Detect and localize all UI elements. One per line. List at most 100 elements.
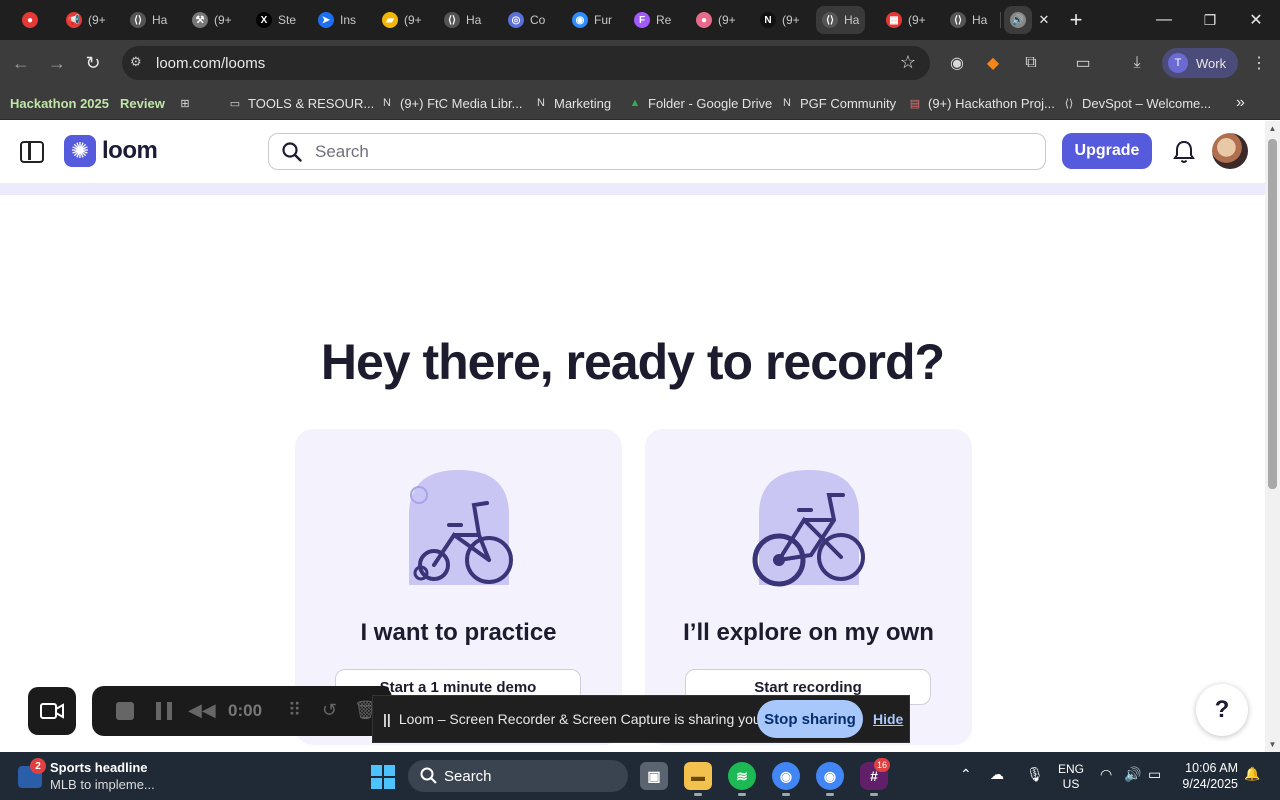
browser-tab[interactable]: N (9+ — [754, 6, 806, 34]
clock[interactable]: 10:06 AM 9/24/2025 — [1180, 760, 1238, 792]
bookmark-item[interactable]: ▤ (9+) Hackathon Proj... — [908, 92, 1055, 114]
restore-icon[interactable]: ❐ — [1198, 8, 1222, 32]
browser-tab[interactable]: ● (9+ — [690, 6, 742, 34]
bookmark-item[interactable]: N (9+) FtC Media Libr... — [380, 92, 522, 114]
user-avatar[interactable] — [1212, 133, 1248, 169]
file-explorer-icon[interactable]: ▬ — [684, 762, 712, 796]
tab-separator — [1000, 12, 1001, 28]
scrollbar-thumb[interactable] — [1268, 139, 1277, 489]
volume-icon[interactable]: 🔊 — [1124, 766, 1141, 783]
profile-button[interactable]: T Work — [1162, 48, 1238, 78]
scroll-up-arrow-icon[interactable]: ▲ — [1268, 124, 1277, 133]
browser-tab[interactable]: ● — [16, 6, 44, 34]
video-camera-icon — [40, 703, 64, 719]
camera-toggle-button[interactable] — [28, 687, 76, 735]
bookmark-item[interactable]: ⟨⟩ DevSpot – Welcome... — [1062, 92, 1211, 114]
browser-tab[interactable]: ◎ Co — [502, 6, 551, 34]
stop-sharing-button[interactable]: Stop sharing — [757, 700, 863, 738]
bookmark-item[interactable]: ⊞ — [178, 92, 192, 114]
browser-tab[interactable]: F Re — [628, 6, 677, 34]
folder-icon: ▰ — [382, 12, 398, 28]
megaphone-icon: 📢 — [66, 12, 82, 28]
browser-tab[interactable]: ▦ (9+ — [880, 6, 932, 34]
tray-overflow-icon[interactable]: ⌃ — [960, 766, 972, 783]
new-tab-button[interactable]: + — [1064, 7, 1088, 32]
scroll-down-arrow-icon[interactable]: ▼ — [1268, 740, 1277, 749]
close-tab-icon[interactable]: ✕ — [1032, 8, 1056, 32]
bookmark-item[interactable]: N PGF Community — [780, 92, 896, 114]
language-code: ENG — [1058, 762, 1085, 776]
sidebar-toggle-icon[interactable] — [20, 141, 44, 163]
devpost-icon: ⟨⟩ — [130, 12, 146, 28]
language-indicator[interactable]: ENG US — [1058, 762, 1084, 792]
tab-title: Ha — [466, 13, 482, 27]
bookmark-item[interactable]: Hackathon 2025 — [10, 92, 109, 114]
page-scrollbar[interactable]: ▲ ▼ — [1265, 121, 1280, 752]
loom-logo[interactable]: ✺ loom — [64, 135, 158, 167]
browser-tab[interactable]: ◉ Fur — [566, 6, 618, 34]
browser-tab[interactable]: 🔊 — [1004, 6, 1032, 34]
drag-handle-icon[interactable]: ⠿ — [288, 700, 301, 721]
chrome-icon[interactable]: ◉ — [772, 762, 800, 796]
calendar-icon: ▦ — [886, 12, 902, 28]
spotify-icon[interactable]: ≋ — [728, 762, 756, 796]
bookmark-item[interactable]: ▭ TOOLS & RESOUR... — [228, 92, 374, 114]
bookmark-item[interactable]: ▲ Folder - Google Drive — [628, 92, 773, 114]
battery-icon[interactable]: ▭ — [1148, 766, 1161, 783]
tab-title: (9+ — [404, 13, 422, 27]
browser-tab[interactable]: ⚒ (9+ — [186, 6, 238, 34]
help-button[interactable]: ? — [1196, 684, 1248, 736]
browser-tab[interactable]: ⟨⟩ Ha — [438, 6, 487, 34]
more-bookmarks-icon[interactable]: » — [1236, 92, 1245, 114]
minimize-icon[interactable]: — — [1152, 8, 1176, 32]
taskbar-search[interactable]: Search — [408, 760, 628, 792]
reload-icon[interactable]: ↻ — [80, 50, 106, 76]
notification-center-icon[interactable]: 🔔 — [1244, 766, 1262, 784]
screenshot-extension-icon[interactable]: ◉ — [946, 52, 968, 74]
forward-icon[interactable]: → — [44, 50, 70, 76]
metamask-extension-icon[interactable]: ◆ — [982, 52, 1004, 74]
browser-tab[interactable]: ⟨⟩ Ha — [124, 6, 173, 34]
search-icon — [282, 141, 302, 162]
sharing-pause-icon: || — [383, 711, 391, 727]
browser-tab[interactable]: X Ste — [250, 6, 302, 34]
window-close-icon[interactable]: ✕ — [1244, 8, 1268, 32]
wifi-icon[interactable]: ◠ — [1100, 766, 1112, 783]
clock-time: 10:06 AM — [1185, 761, 1238, 775]
notifications-bell-icon[interactable] — [1172, 139, 1196, 165]
extensions-puzzle-icon[interactable]: ⧉ — [1020, 52, 1042, 74]
windows-start-icon[interactable] — [371, 765, 395, 789]
profile-label: Work — [1196, 55, 1227, 71]
browser-tab[interactable]: ➤ Ins — [312, 6, 362, 34]
omnibox[interactable]: ⚙ loom.com/looms ☆ — [122, 46, 930, 80]
news-widget[interactable]: 2 Sports headline MLB to impleme... — [16, 758, 216, 794]
rewind-icon[interactable]: ◀◀ — [188, 700, 216, 721]
search-input[interactable]: Search — [268, 133, 1046, 170]
upgrade-button[interactable]: Upgrade — [1062, 133, 1152, 169]
bookmark-star-icon[interactable]: ☆ — [900, 52, 916, 73]
clock-date: 9/24/2025 — [1182, 777, 1238, 791]
stop-recording-icon[interactable] — [116, 702, 134, 720]
browser-tab[interactable]: ▰ (9+ — [376, 6, 428, 34]
bookmark-item[interactable]: Review — [120, 92, 165, 114]
browser-tab[interactable]: 📢 (9+ — [60, 6, 112, 34]
pause-recording-icon[interactable] — [156, 702, 172, 720]
back-icon[interactable]: ← — [8, 50, 34, 76]
task-view-icon[interactable]: ▣ — [640, 762, 668, 790]
loom-page: ✺ loom Search Upgrade Hey there, ready t… — [0, 121, 1265, 752]
recording-controls: ◀◀ 0:00 ⠿ ↺ 🗑 — [92, 686, 392, 736]
download-icon[interactable]: ⤓ — [1126, 52, 1148, 74]
browser-tab[interactable]: ⟨⟩ Ha — [816, 6, 866, 34]
tab-title: Fur — [594, 13, 612, 27]
explore-card-title: I’ll explore on my own — [683, 619, 934, 646]
restart-icon[interactable]: ↺ — [322, 700, 337, 721]
browser-tab[interactable]: ⟨⟩ Ha — [944, 6, 993, 34]
site-settings-icon[interactable]: ⚙ — [130, 54, 142, 70]
microphone-icon[interactable]: 🎙 — [1026, 766, 1044, 783]
bookmark-item[interactable]: N Marketing — [534, 92, 611, 114]
chrome-profile-icon[interactable]: ◉ — [816, 762, 844, 796]
onedrive-icon[interactable]: ☁ — [990, 766, 1004, 783]
chrome-menu-icon[interactable]: ⋮ — [1248, 52, 1270, 74]
hide-sharing-bar-link[interactable]: Hide — [873, 711, 903, 727]
tab-search-icon[interactable]: ▭ — [1072, 52, 1094, 74]
